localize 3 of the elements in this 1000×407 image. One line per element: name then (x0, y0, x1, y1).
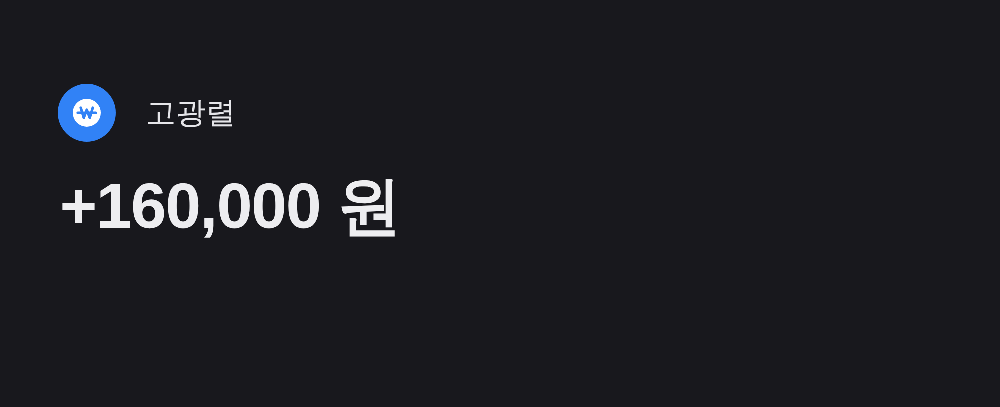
won-coin-icon (58, 84, 116, 142)
amount: +160,000 원 (60, 169, 402, 244)
sender-name: 고광렬 (146, 94, 236, 132)
